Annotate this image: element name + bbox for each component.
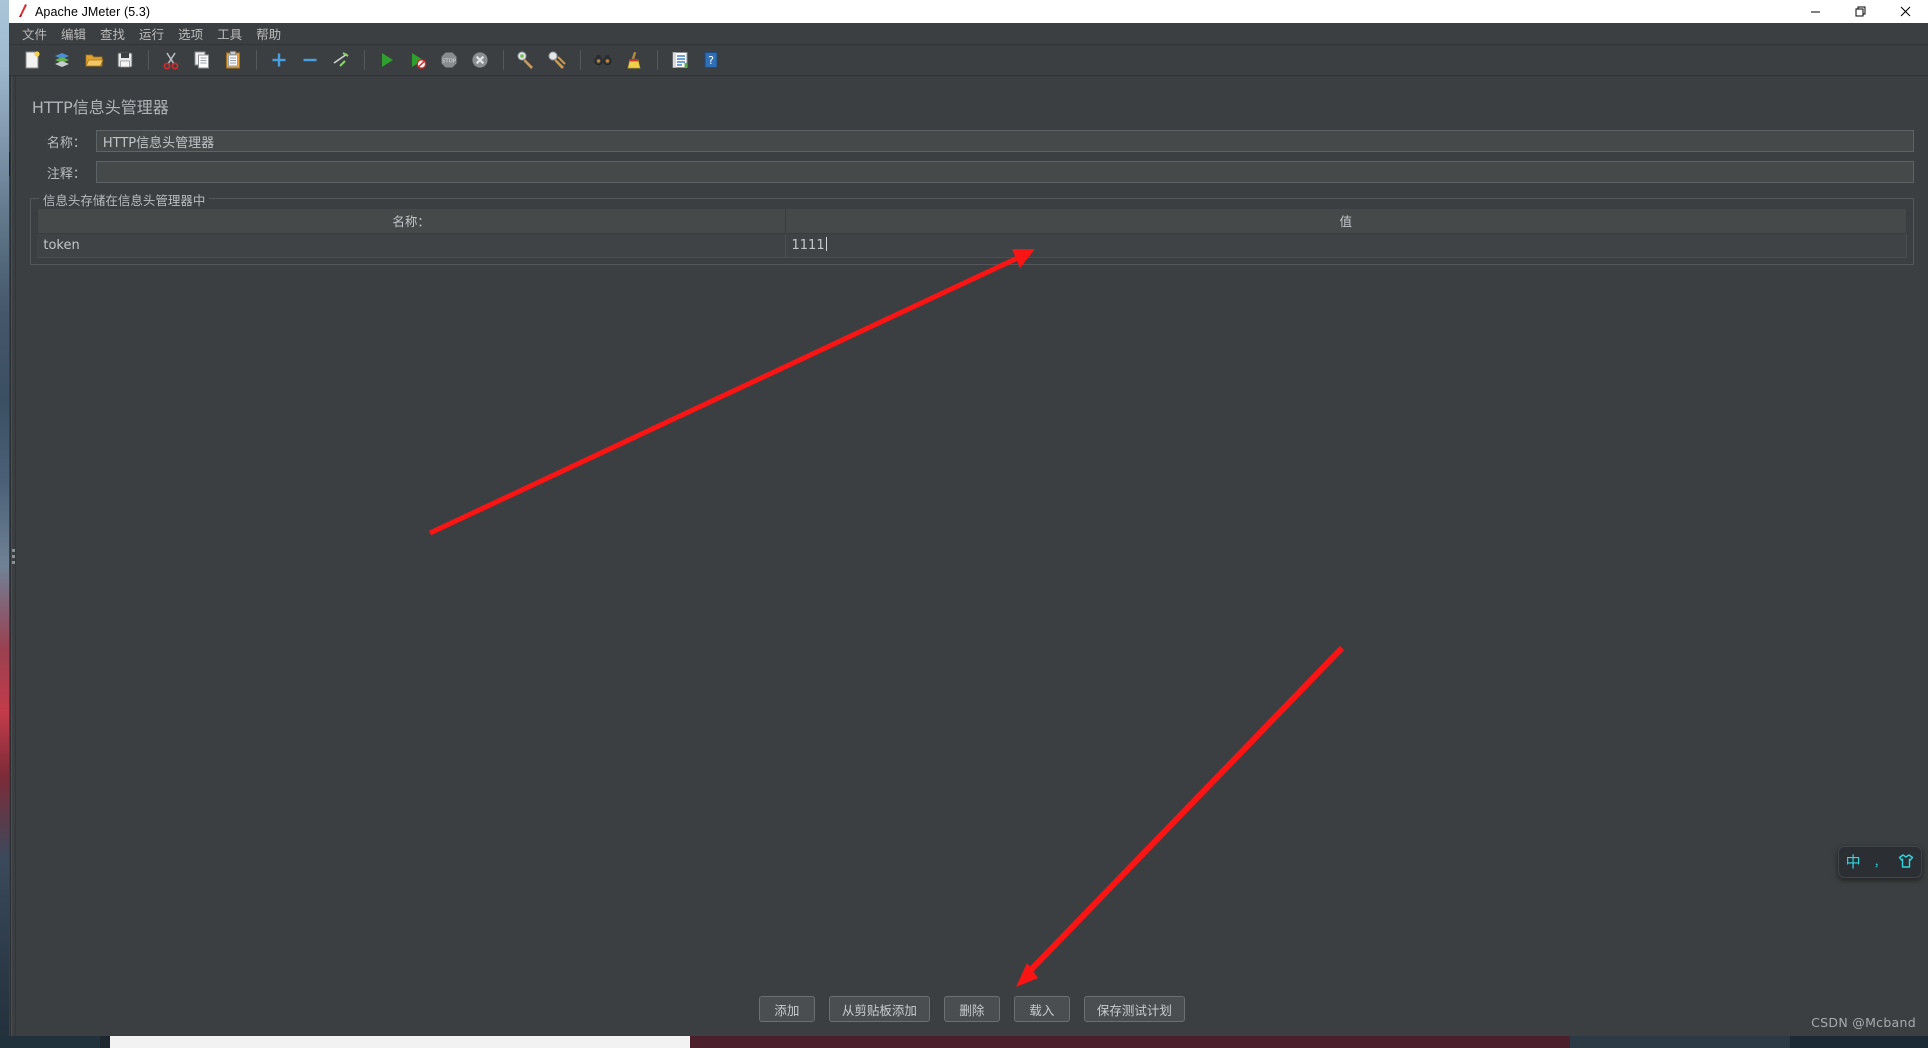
copy-icon[interactable] bbox=[187, 47, 216, 73]
page-title: HTTP信息头管理器 bbox=[31, 98, 169, 117]
name-field-row: 名称： bbox=[30, 130, 1914, 152]
menu-tools[interactable]: 工具 bbox=[210, 22, 249, 45]
menu-search[interactable]: 查找 bbox=[93, 22, 132, 45]
toolbar-separator bbox=[657, 50, 658, 70]
stop-icon[interactable]: STOP bbox=[434, 47, 463, 73]
taskbar-segment bbox=[1570, 1036, 1790, 1048]
table-row[interactable]: token 1111 bbox=[37, 233, 1907, 258]
cell-header-value-text: 1111 bbox=[791, 238, 825, 253]
headers-group: 信息头存储在信息头管理器中 名称： 值 token 1111 bbox=[29, 190, 1914, 265]
menu-file[interactable]: 文件 bbox=[15, 22, 54, 45]
clear-all-icon[interactable] bbox=[542, 47, 571, 73]
title-bar: Apache JMeter (5.3) bbox=[9, 0, 1928, 23]
name-label: 名称： bbox=[46, 135, 86, 151]
taskbar-segment bbox=[1790, 1036, 1928, 1048]
action-button-bar: 添加 从剪贴板添加 删除 载入 保存测试计划 bbox=[30, 996, 1914, 1036]
delete-button[interactable]: 删除 bbox=[943, 996, 1000, 1022]
menu-help[interactable]: 帮助 bbox=[249, 22, 288, 45]
ime-widget[interactable]: 中 ， bbox=[1838, 846, 1922, 878]
shutdown-icon[interactable] bbox=[465, 47, 494, 73]
help-icon[interactable]: ? bbox=[696, 47, 725, 73]
text-caret bbox=[825, 237, 827, 251]
svg-text:?: ? bbox=[708, 54, 714, 67]
cut-icon[interactable] bbox=[156, 47, 185, 73]
headers-group-title: 信息头存储在信息头管理器中 bbox=[38, 190, 210, 209]
search-icon[interactable] bbox=[588, 47, 617, 73]
minimize-button[interactable] bbox=[1793, 0, 1838, 23]
ime-skin-icon[interactable] bbox=[1898, 853, 1914, 872]
templates-icon[interactable] bbox=[48, 47, 77, 73]
ime-language-toggle[interactable]: 中 bbox=[1846, 854, 1861, 870]
collapse-all-icon[interactable] bbox=[295, 47, 324, 73]
cell-header-value[interactable]: 1111 bbox=[785, 233, 1907, 258]
toolbar-separator bbox=[364, 50, 365, 70]
table-header-row: 名称： 值 bbox=[36, 209, 1907, 234]
menu-run[interactable]: 运行 bbox=[132, 22, 171, 45]
name-input[interactable] bbox=[95, 130, 1914, 152]
clear-icon[interactable] bbox=[511, 47, 540, 73]
paste-icon[interactable] bbox=[218, 47, 247, 73]
menu-edit[interactable]: 编辑 bbox=[54, 22, 93, 45]
toolbar-separator bbox=[148, 50, 149, 70]
comment-label: 注释： bbox=[46, 166, 86, 182]
load-button[interactable]: 载入 bbox=[1013, 996, 1070, 1022]
svg-text:STOP: STOP bbox=[442, 59, 457, 65]
maximize-button[interactable] bbox=[1838, 0, 1883, 23]
save-icon[interactable] bbox=[110, 47, 139, 73]
comment-input[interactable] bbox=[95, 161, 1914, 183]
splitter-grip-icon bbox=[11, 548, 15, 564]
window-title: Apache JMeter (5.3) bbox=[35, 4, 151, 19]
add-button[interactable]: 添加 bbox=[758, 996, 815, 1022]
jmeter-main-window: Apache JMeter (5.3) 文件 编辑 查找 运行 选项 工具 帮助… bbox=[9, 0, 1928, 1036]
toolbar-separator bbox=[503, 50, 504, 70]
comment-field-row: 注释： bbox=[30, 161, 1914, 183]
start-icon[interactable] bbox=[372, 47, 401, 73]
jmeter-feather-icon bbox=[9, 3, 35, 20]
desktop-wallpaper-strip bbox=[0, 0, 9, 1048]
headers-table[interactable]: 名称： 值 token 1111 bbox=[36, 209, 1907, 258]
main-area: Test Plan bbox=[9, 76, 1928, 1036]
taskbar-segment bbox=[0, 1036, 100, 1048]
column-header-value[interactable]: 值 bbox=[784, 209, 1907, 234]
window-controls bbox=[1793, 0, 1928, 23]
save-test-plan-button[interactable]: 保存测试计划 bbox=[1083, 996, 1185, 1022]
menu-bar: 文件 编辑 查找 运行 选项 工具 帮助 bbox=[9, 23, 1928, 45]
expand-all-icon[interactable] bbox=[264, 47, 293, 73]
menu-options[interactable]: 选项 bbox=[171, 22, 210, 45]
taskbar-segment bbox=[690, 1036, 1570, 1048]
taskbar-sliver bbox=[0, 1036, 1928, 1048]
taskbar-segment bbox=[110, 1036, 690, 1048]
start-no-pauses-icon[interactable] bbox=[403, 47, 432, 73]
watermark: CSDN @Mcband bbox=[1811, 1015, 1916, 1030]
toolbar-separator bbox=[256, 50, 257, 70]
ime-punctuation-toggle[interactable]: ， bbox=[1874, 857, 1885, 868]
toolbar: STOP ? bbox=[9, 45, 1928, 76]
new-test-plan-icon[interactable] bbox=[17, 47, 46, 73]
toggle-icon[interactable] bbox=[326, 47, 355, 73]
reset-search-icon[interactable] bbox=[619, 47, 648, 73]
function-helper-icon[interactable] bbox=[665, 47, 694, 73]
add-from-clipboard-button[interactable]: 从剪贴板添加 bbox=[828, 996, 930, 1022]
column-header-name[interactable]: 名称： bbox=[36, 209, 786, 234]
toolbar-separator bbox=[580, 50, 581, 70]
close-button[interactable] bbox=[1883, 0, 1928, 23]
cell-header-name[interactable]: token bbox=[37, 233, 786, 258]
open-icon[interactable] bbox=[79, 47, 108, 73]
header-manager-panel: HTTP信息头管理器 名称： 注释： 信息头存储在信息头管理器中 名称： 值 bbox=[15, 76, 1928, 1036]
